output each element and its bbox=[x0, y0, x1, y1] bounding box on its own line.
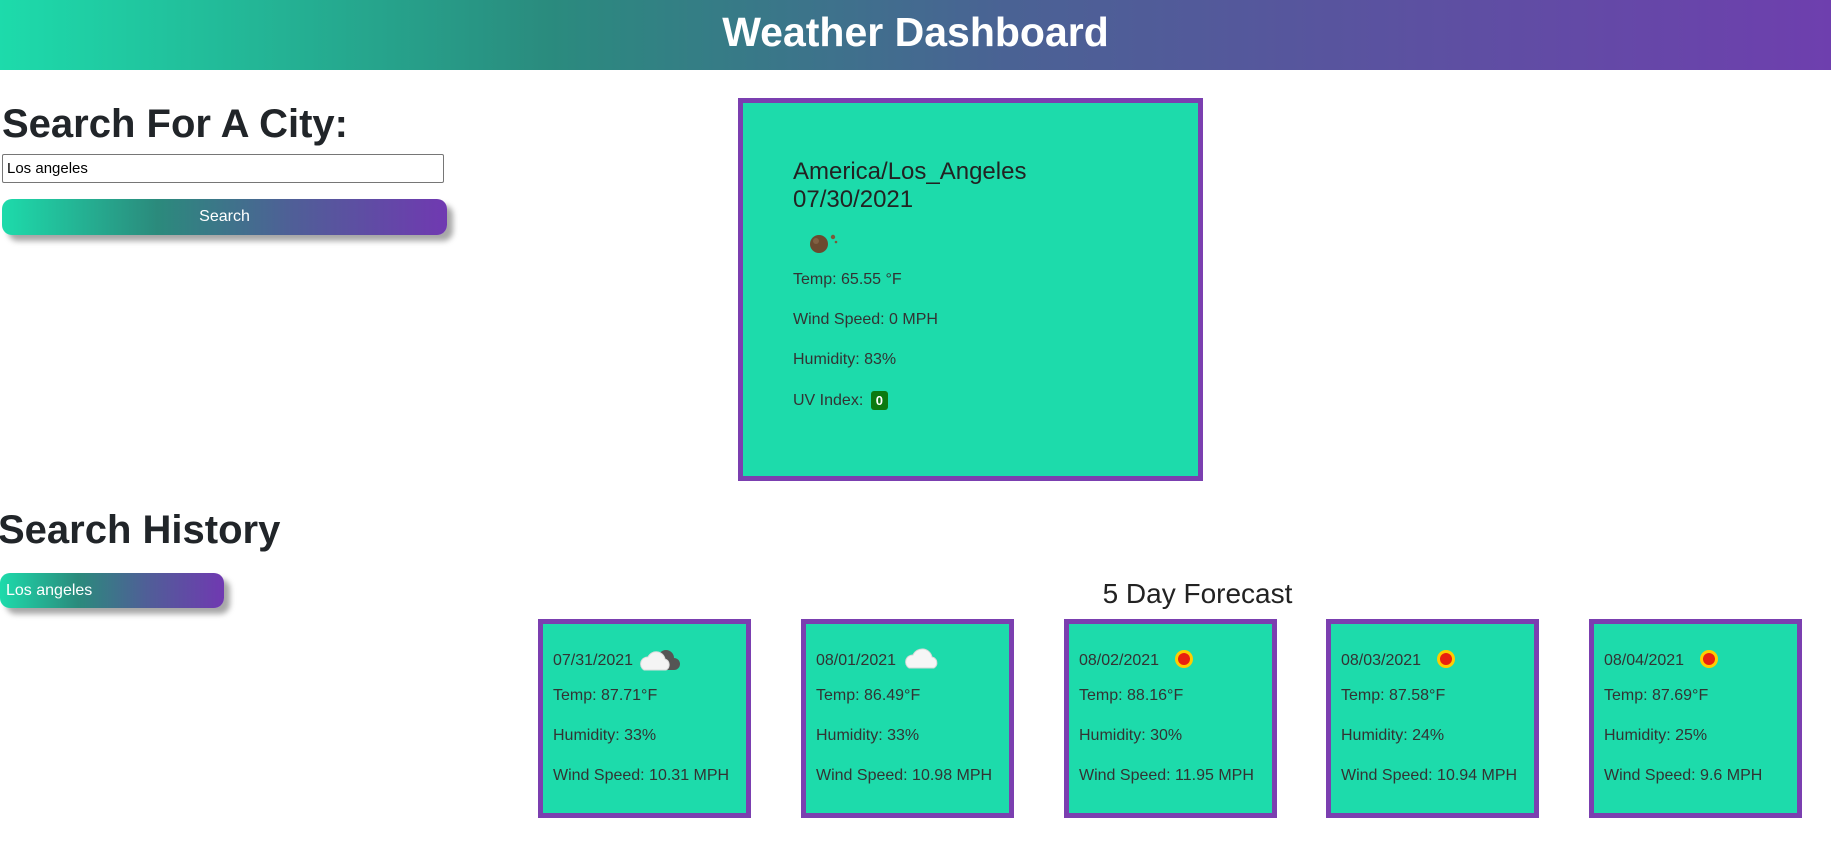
sun-icon bbox=[1435, 648, 1457, 675]
sun-icon bbox=[1173, 648, 1195, 675]
sun-icon bbox=[1698, 648, 1720, 675]
current-location: America/Los_Angeles bbox=[793, 158, 1027, 185]
forecast-wind: Wind Speed: 10.94 MPH bbox=[1341, 767, 1518, 784]
current-uv-row: UV Index: 0 bbox=[793, 391, 888, 410]
night-sky-icon bbox=[807, 229, 839, 260]
forecast-date: 07/31/2021 bbox=[553, 652, 634, 669]
forecast-card: 07/31/2021 Temp: 87.71°F Humidity: 33% W… bbox=[538, 619, 751, 818]
current-weather-card: America/Los_Angeles 07/30/2021 Temp: 65.… bbox=[738, 98, 1203, 481]
page-title: Weather Dashboard bbox=[722, 9, 1109, 55]
uv-index-badge: 0 bbox=[870, 391, 888, 410]
forecast-temp: Temp: 87.71°F bbox=[553, 687, 658, 704]
forecast-temp: Temp: 87.69°F bbox=[1604, 687, 1709, 704]
forecast-card: 08/02/2021 Temp: 88.16°F Humidity: 30% W… bbox=[1064, 619, 1277, 818]
forecast-date: 08/02/2021 bbox=[1079, 652, 1160, 669]
current-wind: Wind Speed: 0 MPH bbox=[793, 311, 938, 328]
forecast-temp: Temp: 87.58°F bbox=[1341, 687, 1446, 704]
search-title: Search For A City: bbox=[2, 102, 348, 146]
forecast-date: 08/01/2021 bbox=[816, 652, 897, 669]
uv-label: UV Index: bbox=[793, 392, 864, 409]
history-item-button[interactable]: Los angeles bbox=[0, 573, 224, 608]
current-date: 07/30/2021 bbox=[793, 186, 914, 213]
forecast-card: 08/04/2021 Temp: 87.69°F Humidity: 25% W… bbox=[1589, 619, 1802, 818]
forecast-wind: Wind Speed: 11.95 MPH bbox=[1079, 767, 1254, 784]
forecast-date: 08/03/2021 bbox=[1341, 652, 1422, 669]
search-history-title: Search History bbox=[0, 508, 281, 552]
current-temp: Temp: 65.55 °F bbox=[793, 271, 902, 288]
forecast-temp: Temp: 88.16°F bbox=[1079, 687, 1184, 704]
forecast-temp: Temp: 86.49°F bbox=[816, 687, 921, 704]
forecast-humidity: Humidity: 30% bbox=[1079, 727, 1183, 744]
current-humidity: Humidity: 83% bbox=[793, 351, 897, 368]
forecast-humidity: Humidity: 33% bbox=[553, 727, 657, 744]
city-search-input[interactable] bbox=[2, 154, 444, 183]
forecast-humidity: Humidity: 33% bbox=[816, 727, 920, 744]
forecast-title: 5 Day Forecast bbox=[1102, 578, 1293, 609]
search-button[interactable]: Search bbox=[2, 199, 447, 235]
forecast-wind: Wind Speed: 10.31 MPH bbox=[553, 767, 730, 784]
forecast-date: 08/04/2021 bbox=[1604, 652, 1685, 669]
forecast-wind: Wind Speed: 10.98 MPH bbox=[816, 767, 993, 784]
partly-cloudy-icon bbox=[638, 644, 682, 679]
forecast-card: 08/03/2021 Temp: 87.58°F Humidity: 24% W… bbox=[1326, 619, 1539, 818]
forecast-card: 08/01/2021 Temp: 86.49°F Humidity: 33% W… bbox=[801, 619, 1014, 818]
forecast-humidity: Humidity: 24% bbox=[1341, 727, 1445, 744]
header-bar: Weather Dashboard bbox=[0, 0, 1831, 70]
forecast-wind: Wind Speed: 9.6 MPH bbox=[1604, 767, 1763, 784]
cloud-icon bbox=[904, 644, 944, 677]
forecast-humidity: Humidity: 25% bbox=[1604, 727, 1708, 744]
current-location-heading: America/Los_Angeles 07/30/2021 bbox=[793, 158, 1026, 214]
